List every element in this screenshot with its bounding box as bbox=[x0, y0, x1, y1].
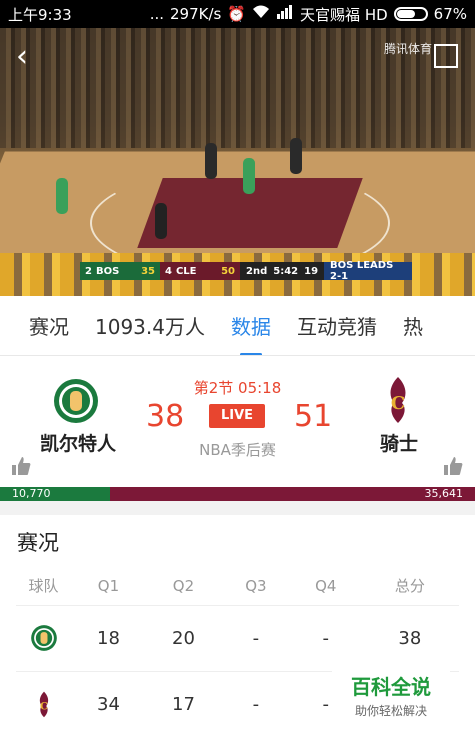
stats-header-row: 球队 Q1 Q2 Q3 Q4 总分 bbox=[16, 567, 459, 605]
scorebug-home-seed: 4 bbox=[165, 265, 172, 277]
tab-item[interactable]: 互动竞猜 bbox=[284, 311, 390, 340]
scorebug-shot-clock: 19 bbox=[304, 265, 319, 277]
fullscreen-icon[interactable] bbox=[434, 44, 458, 68]
scorebug-home-score: 50 bbox=[221, 265, 235, 277]
row-team-logo bbox=[16, 604, 71, 671]
video-player-figure bbox=[290, 138, 302, 174]
table-cell: 20 bbox=[145, 604, 221, 671]
tab-item[interactable]: 赛况 bbox=[0, 311, 82, 340]
table-cell: 18 bbox=[71, 604, 146, 671]
scorebug-time: 5:42 bbox=[273, 265, 299, 277]
tab-item[interactable]: 1093.4万人 bbox=[82, 311, 218, 340]
svg-text:C: C bbox=[391, 393, 405, 414]
status-time: 上午9:33 bbox=[8, 5, 72, 24]
scorebug-away: 2 BOS 35 bbox=[80, 262, 160, 280]
brand-watermark: 百科全说 助你轻松解决 bbox=[332, 671, 450, 719]
stats-header: 球队 bbox=[28, 577, 59, 596]
cavaliers-logo: C bbox=[380, 375, 428, 423]
scorebug-away-team: BOS bbox=[95, 265, 120, 277]
table-cell: 38 bbox=[360, 604, 459, 671]
section-divider bbox=[0, 501, 475, 515]
table-cell: - bbox=[220, 604, 291, 671]
video-scorebug: 2 BOS 35 4 CLE 50 2nd 5:42 19 BOS LEADS … bbox=[80, 260, 413, 282]
video-player-figure bbox=[56, 178, 68, 214]
vote-home: 35,641 bbox=[110, 487, 475, 501]
back-button[interactable]: ‹ bbox=[16, 42, 28, 72]
brand-subtitle: 助你轻松解决 bbox=[354, 704, 427, 718]
video-watermark: 腾讯体育 bbox=[384, 42, 433, 56]
stats-title: 赛况 bbox=[17, 531, 59, 555]
table-row: 18 20 - - 38 bbox=[16, 604, 459, 671]
table-cell: - bbox=[290, 604, 361, 671]
scorebug-series-note: BOS LEADS 2-1 bbox=[324, 260, 413, 282]
row-team-logo: C bbox=[16, 670, 71, 737]
thumbs-up-icon[interactable] bbox=[10, 455, 32, 477]
cavaliers-logo: C bbox=[30, 689, 58, 719]
video-player-figure bbox=[205, 143, 217, 179]
vote-bar: 10,770 35,641 bbox=[0, 487, 475, 501]
status-battery: 67% bbox=[433, 5, 467, 23]
status-speed: 297K/s bbox=[170, 5, 222, 23]
status-right: ... 297K/s ⏰ 天官赐福 HD 67% bbox=[150, 4, 467, 25]
status-dots: ... bbox=[149, 5, 165, 23]
scorebug-clock: 2nd 5:42 19 bbox=[240, 262, 325, 280]
home-team-name: 骑士 bbox=[380, 433, 419, 455]
signal-icon bbox=[276, 5, 294, 23]
home-score: 51 bbox=[294, 399, 333, 434]
status-bar: 上午9:33 ... 297K/s ⏰ 天官赐福 HD 67% bbox=[0, 0, 475, 28]
status-carrier: 天官赐福 HD bbox=[300, 5, 388, 24]
svg-text:C: C bbox=[40, 702, 48, 713]
battery-icon bbox=[393, 7, 428, 21]
stats-header: Q2 bbox=[172, 576, 195, 595]
video-player-figure bbox=[155, 203, 167, 239]
vote-away: 10,770 bbox=[0, 487, 110, 501]
live-badge: LIVE bbox=[209, 404, 265, 428]
stats-header: Q4 bbox=[315, 576, 337, 595]
celtics-logo bbox=[52, 377, 100, 425]
tab-item[interactable]: 数据 bbox=[218, 311, 284, 355]
stats-header: 总分 bbox=[394, 577, 425, 596]
league-name: NBA季后赛 bbox=[199, 441, 276, 459]
table-cell: 34 bbox=[71, 670, 146, 737]
alarm-icon: ⏰ bbox=[227, 5, 247, 23]
video-player[interactable]: 2 BOS 35 4 CLE 50 2nd 5:42 19 BOS LEADS … bbox=[0, 28, 475, 296]
celtics-logo bbox=[30, 623, 58, 653]
scorebug-period: 2nd bbox=[246, 265, 268, 277]
battery-level bbox=[396, 10, 416, 18]
scorebug-away-score: 35 bbox=[141, 265, 155, 277]
brand-title: 百科全说 bbox=[351, 675, 431, 699]
scorebug-home-team: CLE bbox=[175, 265, 197, 277]
scorebug-home: 4 CLE 50 bbox=[160, 262, 240, 280]
wifi-icon bbox=[252, 5, 270, 23]
match-summary: 凯尔特人 C 骑士 第2节 05:18 38 LIVE 51 NBA季后赛 bbox=[0, 357, 475, 487]
stats-header: Q1 bbox=[97, 576, 120, 595]
match-center: 第2节 05:18 bbox=[140, 377, 335, 398]
match-period: 第2节 05:18 bbox=[193, 379, 282, 397]
scorebug-away-seed: 2 bbox=[85, 265, 92, 277]
stats-header: Q3 bbox=[245, 576, 267, 595]
away-team-name: 凯尔特人 bbox=[40, 433, 117, 455]
away-score: 38 bbox=[146, 399, 185, 434]
table-cell: 17 bbox=[145, 670, 221, 737]
tab-item[interactable]: 热 bbox=[390, 311, 436, 340]
table-cell: - bbox=[220, 670, 291, 737]
video-player-figure bbox=[243, 158, 255, 194]
tab-bar: 赛况 1093.4万人 数据 互动竞猜热 bbox=[0, 296, 475, 356]
thumbs-up-icon[interactable] bbox=[442, 455, 464, 477]
